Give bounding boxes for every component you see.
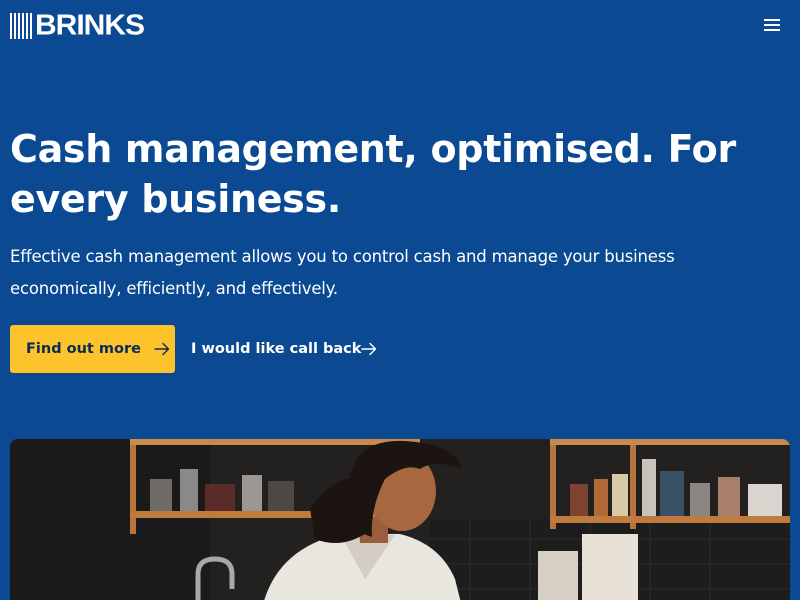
hero-subtitle: Effective cash management allows you to …	[10, 247, 675, 298]
call-back-button[interactable]: I would like call back	[183, 325, 393, 373]
site-header: BRINKS	[0, 0, 800, 52]
hero-title: Cash management, optimised. For every bu…	[10, 127, 736, 221]
woman-in-kitchen-photo-icon	[10, 439, 790, 600]
call-back-label: I would like call back	[191, 341, 362, 357]
brinks-logo[interactable]: BRINKS	[10, 9, 162, 42]
logo-wordmark: BRINKS	[35, 9, 145, 42]
arrow-right-icon	[361, 342, 377, 356]
hamburger-menu-icon[interactable]	[763, 17, 781, 33]
hero-photo	[10, 439, 790, 600]
find-out-more-button[interactable]: Find out more	[10, 325, 175, 373]
logo-stripes-icon	[10, 13, 32, 39]
find-out-more-label: Find out more	[26, 341, 141, 357]
page: BRINKS Cash management, optimised. For e…	[0, 0, 800, 600]
arrow-right-icon	[154, 342, 170, 356]
